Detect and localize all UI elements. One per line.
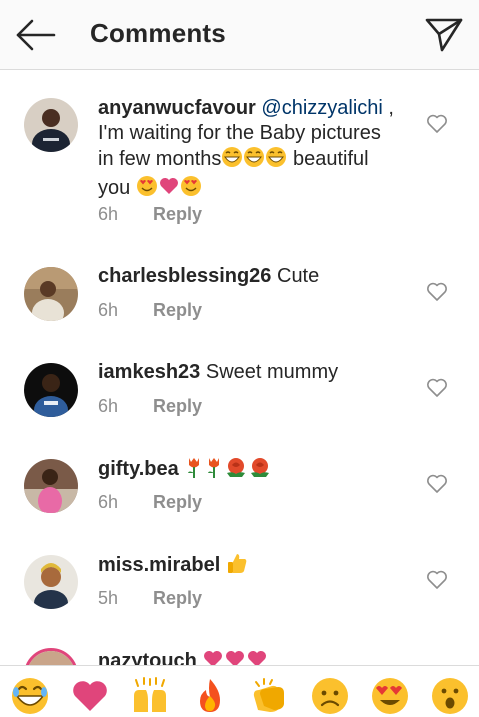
avatar[interactable] [24,459,78,513]
tulip-icon [184,456,204,485]
heart-icon [158,175,180,204]
comment-text: charlesblessing26 Cute [98,264,408,289]
comment-username[interactable]: iamkesh23 [98,361,200,383]
comment-text-part: beautiful [287,148,369,170]
comment-text: anyanwucfavour @chizzyalichi , I'm waiti… [98,96,408,204]
comment-meta: 6h Reply [98,396,202,417]
comment-text-part: I'm waiting for the Baby pictures [98,122,381,144]
reply-button[interactable]: Reply [153,492,202,512]
comment-meta: 6h Reply [98,492,202,513]
comment-time: 5h [98,588,119,608]
comment-mention[interactable]: @chizzyalichi [261,97,382,119]
thumbs-up-icon [226,552,248,581]
avatar[interactable] [24,555,78,609]
tulip-icon [204,456,224,485]
like-heart-icon[interactable] [426,114,448,134]
reply-button[interactable]: Reply [153,396,202,416]
comment-username[interactable]: gifty.bea [98,458,179,480]
rose-icon [248,456,272,485]
like-heart-icon[interactable] [426,282,448,302]
comment-username[interactable]: miss.mirabel [98,554,220,576]
rose-icon [224,456,248,485]
like-heart-icon[interactable] [426,570,448,590]
clapping-hands-icon[interactable] [250,676,290,716]
avatar[interactable] [24,98,78,152]
heart-eyes-icon[interactable] [370,676,410,716]
sad-face-icon[interactable] [310,676,350,716]
grinning-face-icon [265,146,287,175]
comment-text-part: in few months [98,148,222,170]
comment-text: gifty.bea [98,456,408,485]
comment-text: miss.mirabel [98,552,408,581]
comment-time: 6h [98,396,119,416]
comment-meta: 6h Reply [98,300,202,321]
comment-meta: 5h Reply [98,588,202,609]
comment-username[interactable]: charlesblessing26 [98,265,271,287]
grinning-face-icon [243,146,265,175]
avatar[interactable] [24,363,78,417]
comment-username[interactable]: anyanwucfavour [98,97,256,119]
avatar[interactable] [24,267,78,321]
fire-icon[interactable] [190,676,230,716]
comment-text: iamkesh23 Sweet mummy [98,360,408,385]
comment-text-part: Sweet mummy [200,361,339,383]
comment-text-part: Cute [271,265,320,287]
page-title: Comments [90,18,226,48]
reply-button[interactable]: Reply [153,204,202,224]
like-heart-icon[interactable] [426,378,448,398]
comment-time: 6h [98,204,119,224]
back-arrow-icon[interactable] [14,18,58,52]
heart-icon[interactable] [70,676,110,716]
comment-text-part: , [382,97,394,119]
comment-time: 6h [98,300,119,320]
header-bar: Comments [0,0,479,70]
surprised-face-icon[interactable] [430,676,470,716]
raising-hands-icon[interactable] [130,676,170,716]
comments-screen: Comments anyanwucfavour @chizzyalichi , … [0,0,479,717]
direct-message-icon[interactable] [424,14,464,54]
comment-meta: 6h Reply [98,204,202,225]
heart-eyes-icon [136,175,158,204]
reply-button[interactable]: Reply [153,300,202,320]
grinning-face-icon[interactable] [10,676,50,716]
like-heart-icon[interactable] [426,474,448,494]
comment-text-part: you [98,177,131,199]
comment-time: 6h [98,492,119,512]
heart-eyes-icon [180,175,202,204]
reply-button[interactable]: Reply [153,588,202,608]
grinning-face-icon [221,146,243,175]
emoji-quick-bar [0,665,479,717]
